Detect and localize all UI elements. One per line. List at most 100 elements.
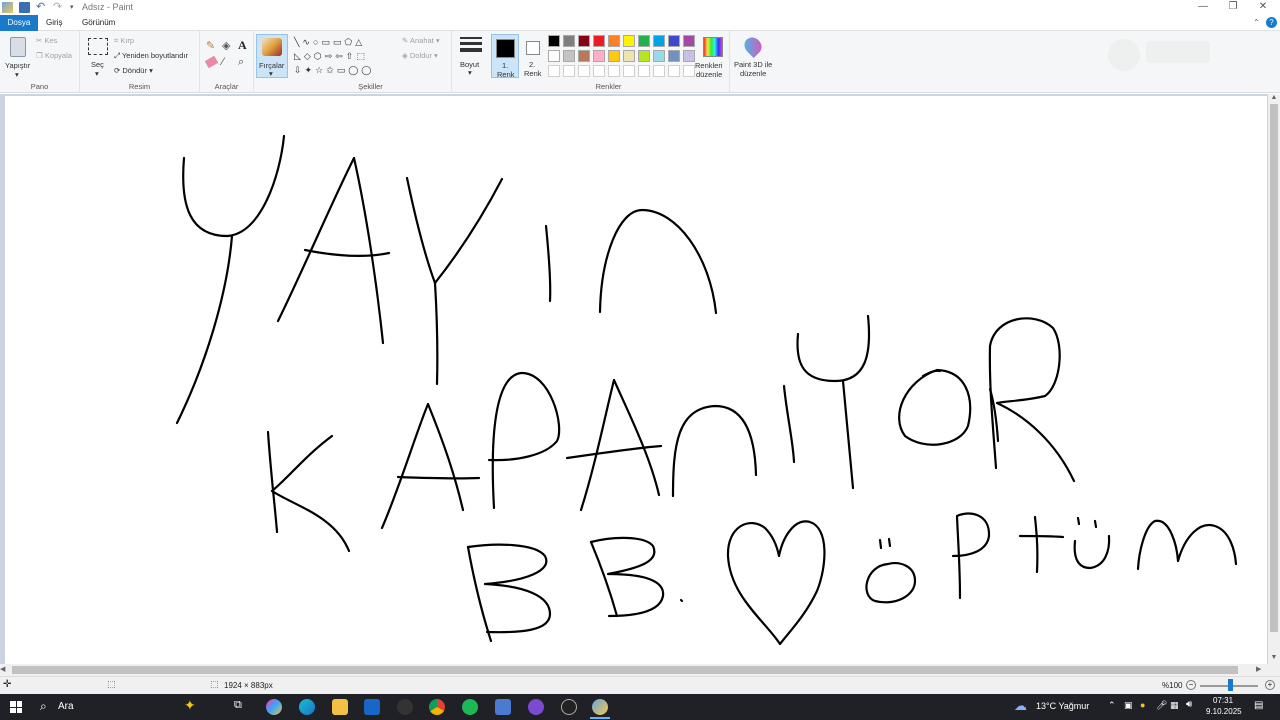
drawing-canvas[interactable]: YAYIN xyxy=(5,96,1267,664)
palette-swatch[interactable] xyxy=(548,50,560,62)
help-icon[interactable]: ? xyxy=(1266,17,1277,28)
tab-home[interactable]: Giriş xyxy=(38,15,70,31)
clock-date[interactable]: 9.10.2025 xyxy=(1206,707,1242,716)
obs-icon[interactable] xyxy=(561,699,577,715)
palette-swatch[interactable] xyxy=(608,50,620,62)
zoom-slider-thumb[interactable] xyxy=(1228,679,1233,691)
weather-icon[interactable]: ☁ xyxy=(1014,698,1027,714)
maximize-button[interactable]: ❐ xyxy=(1216,0,1250,14)
vertical-scroll-thumb[interactable] xyxy=(1270,104,1278,632)
paint3d-button[interactable]: Paint 3D ile düzenle xyxy=(732,31,776,93)
palette-swatch[interactable] xyxy=(668,35,680,47)
edge-icon[interactable] xyxy=(299,699,315,715)
custom-color-slot[interactable] xyxy=(563,65,575,77)
save-icon[interactable] xyxy=(19,2,30,13)
horizontal-scroll-thumb[interactable] xyxy=(12,666,1238,674)
custom-color-slot[interactable] xyxy=(668,65,680,77)
app-icon-blue[interactable] xyxy=(495,699,511,715)
file-explorer-icon[interactable] xyxy=(332,699,348,715)
palette-swatch[interactable] xyxy=(548,35,560,47)
tray-chevron-icon[interactable]: ⌃ xyxy=(1108,700,1116,711)
notifications-icon[interactable]: ▤ xyxy=(1254,700,1263,711)
zoom-in-button[interactable]: + xyxy=(1265,680,1275,690)
xbox-icon[interactable] xyxy=(397,699,413,715)
custom-color-slot[interactable] xyxy=(578,65,590,77)
palette-swatch[interactable] xyxy=(593,50,605,62)
tab-file[interactable]: Dosya xyxy=(0,15,38,31)
palette-swatch[interactable] xyxy=(683,50,695,62)
palette-swatch[interactable] xyxy=(578,50,590,62)
tray-app-icon[interactable]: ▣ xyxy=(1124,700,1133,711)
scroll-up-icon[interactable]: ▲ xyxy=(1268,94,1280,104)
search-box[interactable]: ⌕ Ara xyxy=(32,697,172,717)
size-button[interactable]: Boyut ▾ xyxy=(454,31,488,93)
eraser-icon[interactable] xyxy=(204,55,219,69)
magnifier-icon[interactable]: ⌕ xyxy=(238,56,244,69)
custom-color-slot[interactable] xyxy=(623,65,635,77)
palette-swatch[interactable] xyxy=(563,50,575,62)
palette-swatch[interactable] xyxy=(563,35,575,47)
color2-button[interactable]: 2. Renk xyxy=(521,34,545,78)
rotate-button[interactable]: ⟳ Döndür ▾ xyxy=(114,66,153,75)
volume-icon[interactable]: 🔊︎ xyxy=(1186,699,1192,710)
zoom-out-button[interactable]: − xyxy=(1186,680,1196,690)
shapes-gallery[interactable]: ╲∿○▭▭⬠△ ◺◇⬡⇨⇦⇧⬚ ⇩✦☆✩▭◯◯ xyxy=(294,35,394,77)
palette-swatch[interactable] xyxy=(653,50,665,62)
start-button[interactable] xyxy=(10,701,22,713)
copilot-app-icon[interactable] xyxy=(266,699,282,715)
text-icon[interactable]: A xyxy=(238,38,247,53)
palette-swatch[interactable] xyxy=(683,35,695,47)
copy-button[interactable]: ❐ Kopyala xyxy=(36,51,72,60)
custom-color-slot[interactable] xyxy=(608,65,620,77)
horizontal-scrollbar[interactable]: ◀ ▶ xyxy=(0,664,1280,676)
task-view-icon[interactable]: ⧉ xyxy=(234,699,242,712)
palette-swatch[interactable] xyxy=(668,50,680,62)
custom-color-slot[interactable] xyxy=(548,65,560,77)
close-button[interactable]: ✕ xyxy=(1246,0,1280,14)
qat-dropdown-icon[interactable]: ▾ xyxy=(70,2,81,13)
paste-button[interactable]: Yapıştır ▾ xyxy=(4,35,34,79)
microphone-icon[interactable]: 🎤︎ xyxy=(1156,700,1167,711)
select-button[interactable]: Seç ▾ xyxy=(84,35,112,79)
custom-color-slot[interactable] xyxy=(683,65,695,77)
scroll-down-icon[interactable]: ▼ xyxy=(1268,654,1280,664)
paint-taskbar-icon[interactable] xyxy=(592,699,608,715)
palette-swatch[interactable] xyxy=(638,35,650,47)
pencil-icon[interactable]: ✎ xyxy=(206,39,215,52)
outline-button[interactable]: ✎ Anahat ▾ xyxy=(402,36,440,45)
palette-swatch[interactable] xyxy=(638,50,650,62)
brushes-button[interactable]: Fırçalar ▾ xyxy=(256,34,288,78)
chrome-icon[interactable] xyxy=(429,699,445,715)
fill-button[interactable]: ◈ Doldur ▾ xyxy=(402,51,438,60)
palette-swatch[interactable] xyxy=(623,35,635,47)
custom-color-slot[interactable] xyxy=(653,65,665,77)
redo-icon[interactable]: ↷ xyxy=(53,2,64,13)
color-picker-icon[interactable]: ⁄ xyxy=(222,56,224,68)
scroll-left-icon[interactable]: ◀ xyxy=(0,664,10,676)
minimize-button[interactable]: — xyxy=(1186,0,1220,14)
tray-app-icon-2[interactable]: ● xyxy=(1140,700,1145,710)
collapse-ribbon-icon[interactable]: ⌃ xyxy=(1253,18,1260,27)
palette-swatch[interactable] xyxy=(653,35,665,47)
outlook-icon[interactable] xyxy=(364,699,380,715)
fill-bucket-icon[interactable]: ◈ xyxy=(222,39,230,52)
tab-view[interactable]: Görünüm xyxy=(74,15,123,31)
cut-button[interactable]: ✂ Kes xyxy=(36,36,57,45)
app-icon-purple[interactable] xyxy=(528,699,544,715)
spotify-icon[interactable] xyxy=(462,699,478,715)
edit-colors-button[interactable]: Renkleri düzenle xyxy=(695,34,731,79)
palette-swatch[interactable] xyxy=(623,50,635,62)
palette-swatch[interactable] xyxy=(578,35,590,47)
scroll-right-icon[interactable]: ▶ xyxy=(1256,664,1266,676)
crop-button[interactable]: ⌗ Kırp xyxy=(114,36,134,46)
palette-swatch[interactable] xyxy=(608,35,620,47)
color1-button[interactable]: 1. Renk xyxy=(491,34,519,79)
copilot-sparkle-icon[interactable]: ✦ xyxy=(184,697,196,714)
resize-button[interactable]: ⤢ Yeniden boyutlandır xyxy=(114,51,188,61)
vertical-scrollbar[interactable]: ▲ ▼ xyxy=(1268,94,1280,664)
clock-time[interactable]: 07:31 xyxy=(1213,696,1233,705)
undo-icon[interactable]: ↶ xyxy=(36,2,47,13)
weather-text[interactable]: 13°C Yağmur xyxy=(1036,701,1089,711)
palette-swatch[interactable] xyxy=(593,35,605,47)
custom-color-slot[interactable] xyxy=(638,65,650,77)
